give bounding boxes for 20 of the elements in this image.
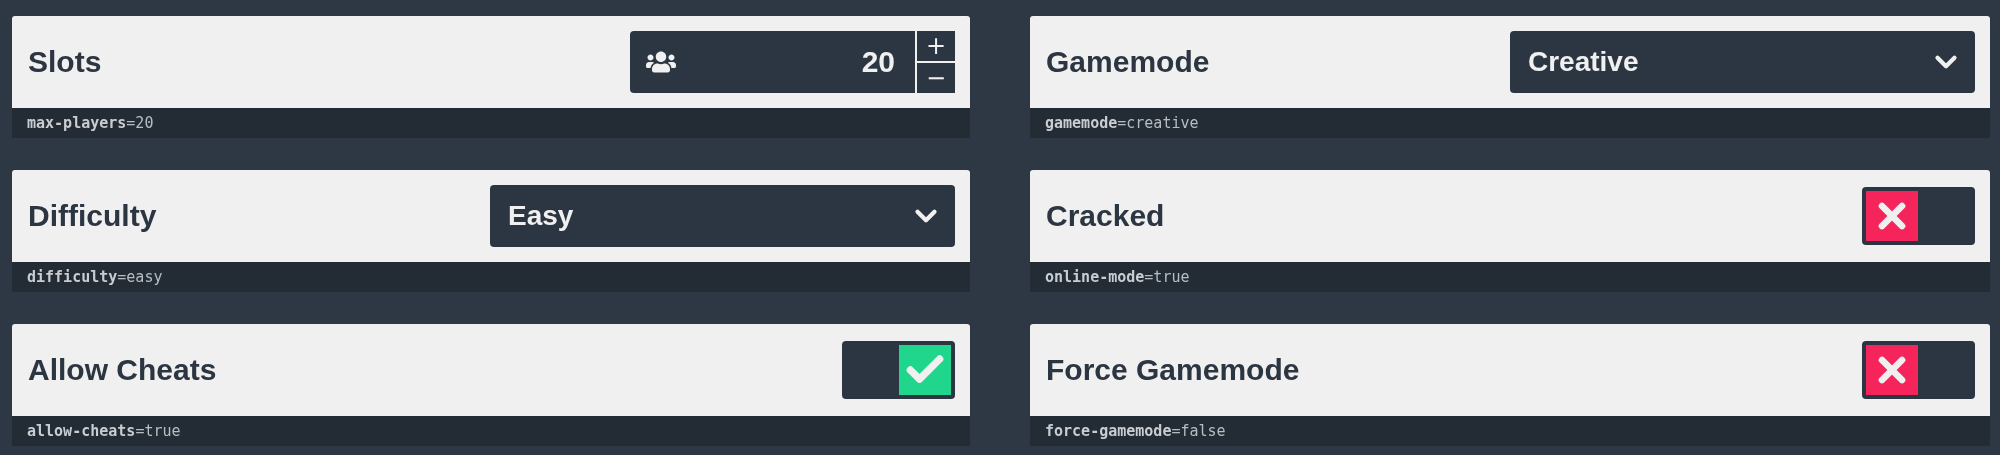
dropdown[interactable]: Easy [490, 185, 955, 247]
setting-title: Cracked [1046, 199, 1165, 233]
property-text: force-gamemode=false [1045, 422, 1226, 440]
property-text: gamemode=creative [1045, 114, 1199, 132]
increment-button[interactable]: + [917, 31, 955, 63]
property-text: allow-cheats=true [27, 422, 181, 440]
property-text: max-players=20 [27, 114, 154, 132]
setting-title: Force Gamemode [1046, 353, 1300, 387]
setting-title: Allow Cheats [28, 353, 217, 387]
toggle-switch[interactable] [1862, 187, 1975, 245]
property-text: difficulty=easy [27, 268, 163, 286]
toggle-switch[interactable] [1862, 341, 1975, 399]
number-value: 20 [861, 45, 895, 79]
property-text: online-mode=true [1045, 268, 1190, 286]
number-input[interactable]: 20 + − [630, 31, 955, 93]
toggle-switch[interactable] [842, 341, 955, 399]
setting-title: Difficulty [28, 199, 157, 233]
setting-title: Gamemode [1046, 45, 1210, 79]
dropdown[interactable]: Creative [1510, 31, 1975, 93]
setting-title: Slots [28, 45, 102, 79]
